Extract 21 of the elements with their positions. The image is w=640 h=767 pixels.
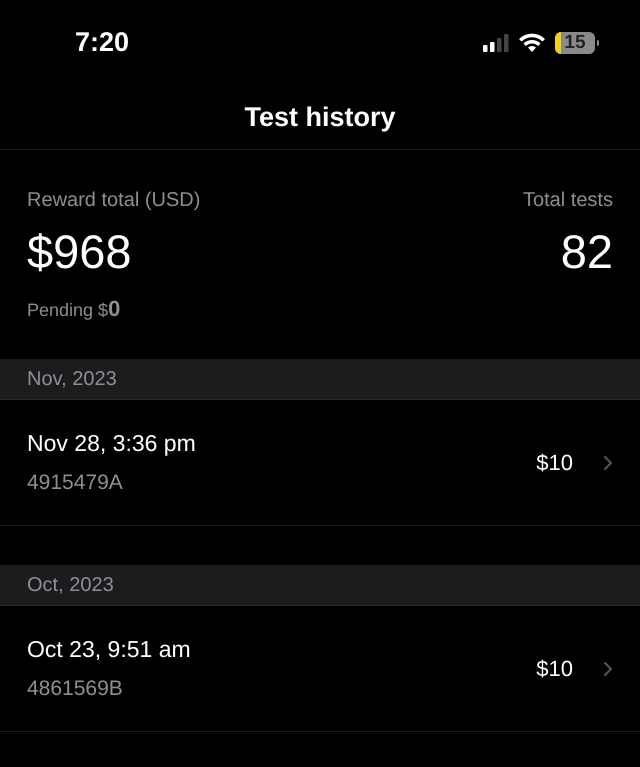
status-time: 7:20 — [75, 27, 130, 58]
reward-label: Reward total (USD) — [27, 188, 200, 213]
screen-title: Test history — [244, 102, 396, 132]
chevron-icon — [603, 660, 613, 676]
wifi-icon — [519, 33, 545, 52]
reward-value: $968 — [27, 224, 132, 280]
chevron-icon — [603, 454, 613, 470]
section-header: Oct, 2023 — [0, 565, 640, 606]
reward-amount: $10 — [536, 656, 573, 682]
test-date: Oct 23, 9:51 am — [27, 636, 192, 663]
tests-value: 82 — [560, 224, 613, 280]
signal-icon — [483, 34, 509, 52]
pending-amount: Pending $0 — [27, 296, 120, 322]
reward-amount: $10 — [536, 450, 573, 476]
tests-label: Total tests — [522, 188, 613, 213]
section-header: Nov, 2023 — [0, 359, 640, 400]
test-code: 4915479A — [27, 471, 124, 495]
history-row[interactable]: Oct 23, 9:51 am 4861569B $10 — [0, 606, 640, 732]
history-row[interactable]: Nov 28, 3:36 pm 4915479A $10 — [0, 400, 640, 526]
test-date: Nov 28, 3:36 pm — [27, 430, 197, 457]
test-code: 4861569B — [27, 677, 124, 701]
